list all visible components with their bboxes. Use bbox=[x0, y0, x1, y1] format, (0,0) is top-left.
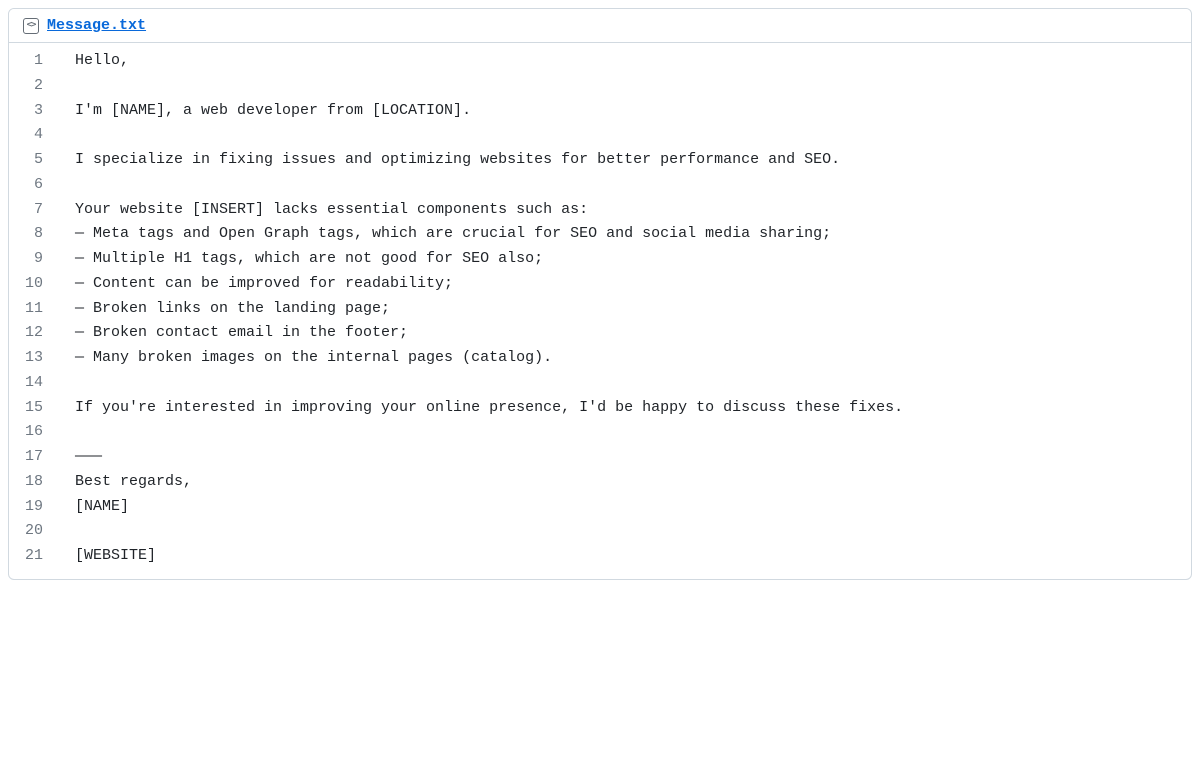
line-number: 4 bbox=[9, 123, 65, 148]
line-content: I'm [NAME], a web developer from [LOCATI… bbox=[65, 99, 1191, 124]
line-content: Best regards, bbox=[65, 470, 1191, 495]
line-number: 21 bbox=[9, 544, 65, 569]
file-name-link[interactable]: Message.txt bbox=[47, 17, 146, 34]
line-content: — Many broken images on the internal pag… bbox=[65, 346, 1191, 371]
code-line: 19 [NAME] bbox=[9, 495, 1191, 520]
code-line: 12 — Broken contact email in the footer; bbox=[9, 321, 1191, 346]
line-content bbox=[65, 371, 1191, 396]
line-content: — Multiple H1 tags, which are not good f… bbox=[65, 247, 1191, 272]
code-line: 1 Hello, bbox=[9, 49, 1191, 74]
line-content bbox=[65, 173, 1191, 198]
file-header: <> Message.txt bbox=[9, 9, 1191, 43]
code-line: 14 bbox=[9, 371, 1191, 396]
line-content: — Meta tags and Open Graph tags, which a… bbox=[65, 222, 1191, 247]
code-line: 9 — Multiple H1 tags, which are not good… bbox=[9, 247, 1191, 272]
code-line: 20 bbox=[9, 519, 1191, 544]
line-number: 2 bbox=[9, 74, 65, 99]
line-number: 19 bbox=[9, 495, 65, 520]
line-number: 18 bbox=[9, 470, 65, 495]
line-content: ——— bbox=[65, 445, 1191, 470]
code-line: 13 — Many broken images on the internal … bbox=[9, 346, 1191, 371]
line-content: Hello, bbox=[65, 49, 1191, 74]
line-content: [NAME] bbox=[65, 495, 1191, 520]
line-number: 6 bbox=[9, 173, 65, 198]
line-number: 14 bbox=[9, 371, 65, 396]
line-number: 5 bbox=[9, 148, 65, 173]
line-number: 15 bbox=[9, 396, 65, 421]
code-area: 1 Hello, 2 3 I'm [NAME], a web developer… bbox=[9, 43, 1191, 579]
line-content: — Content can be improved for readabilit… bbox=[65, 272, 1191, 297]
line-number: 10 bbox=[9, 272, 65, 297]
code-line: 11 — Broken links on the landing page; bbox=[9, 297, 1191, 322]
line-number: 3 bbox=[9, 99, 65, 124]
code-line: 17 ——— bbox=[9, 445, 1191, 470]
code-line: 21 [WEBSITE] bbox=[9, 544, 1191, 569]
line-number: 9 bbox=[9, 247, 65, 272]
code-line: 8 — Meta tags and Open Graph tags, which… bbox=[9, 222, 1191, 247]
line-content bbox=[65, 123, 1191, 148]
line-number: 1 bbox=[9, 49, 65, 74]
code-line: 2 bbox=[9, 74, 1191, 99]
code-line: 16 bbox=[9, 420, 1191, 445]
line-number: 13 bbox=[9, 346, 65, 371]
code-line: 6 bbox=[9, 173, 1191, 198]
code-file-icon: <> bbox=[23, 18, 39, 34]
line-content: — Broken contact email in the footer; bbox=[65, 321, 1191, 346]
code-line: 15 If you're interested in improving you… bbox=[9, 396, 1191, 421]
line-number: 11 bbox=[9, 297, 65, 322]
line-number: 7 bbox=[9, 198, 65, 223]
line-number: 8 bbox=[9, 222, 65, 247]
code-line: 7 Your website [INSERT] lacks essential … bbox=[9, 198, 1191, 223]
code-line: 5 I specialize in fixing issues and opti… bbox=[9, 148, 1191, 173]
line-content bbox=[65, 74, 1191, 99]
line-number: 16 bbox=[9, 420, 65, 445]
line-content bbox=[65, 420, 1191, 445]
file-box: <> Message.txt 1 Hello, 2 3 I'm [NAME], … bbox=[8, 8, 1192, 580]
code-line: 3 I'm [NAME], a web developer from [LOCA… bbox=[9, 99, 1191, 124]
line-content: I specialize in fixing issues and optimi… bbox=[65, 148, 1191, 173]
line-number: 20 bbox=[9, 519, 65, 544]
line-content: — Broken links on the landing page; bbox=[65, 297, 1191, 322]
line-content: [WEBSITE] bbox=[65, 544, 1191, 569]
line-number: 12 bbox=[9, 321, 65, 346]
line-content: If you're interested in improving your o… bbox=[65, 396, 1191, 421]
line-number: 17 bbox=[9, 445, 65, 470]
line-content: Your website [INSERT] lacks essential co… bbox=[65, 198, 1191, 223]
code-line: 18 Best regards, bbox=[9, 470, 1191, 495]
code-line: 4 bbox=[9, 123, 1191, 148]
code-line: 10 — Content can be improved for readabi… bbox=[9, 272, 1191, 297]
line-content bbox=[65, 519, 1191, 544]
